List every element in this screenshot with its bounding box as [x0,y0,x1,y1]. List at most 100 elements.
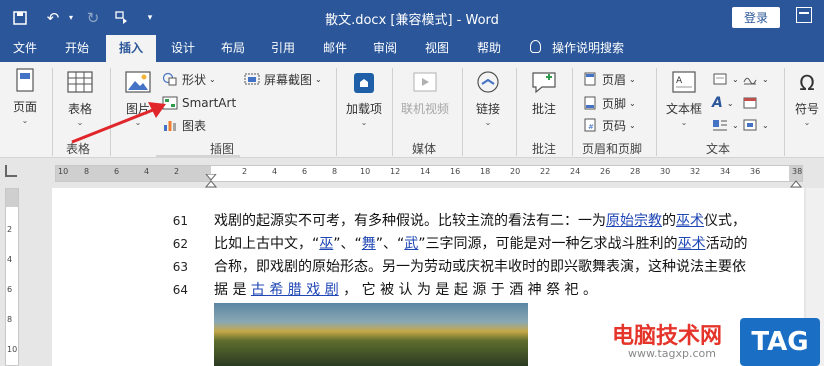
chevron-down-icon: ⌄ [629,74,636,84]
right-indent-marker[interactable] [790,174,802,188]
left-margin [56,166,211,181]
smartart-label: SmartArt [182,96,237,110]
login-button[interactable]: 登录 [732,7,780,28]
ruler-tick: 22 [540,167,551,176]
text-run: 的 [662,213,676,229]
vertical-ruler[interactable]: 2 4 6 8 10 [5,188,19,366]
text-run: 仪式， [704,213,746,229]
chevron-down-icon: ⌄ [762,120,769,130]
tag-logo: TAG [740,318,820,366]
text-line[interactable]: 戏剧的起源实不可考，有多种假说。比较主流的看法有二：一为原始宗教的巫术仪式， [214,210,798,233]
ruler-tick: 12 [390,167,401,176]
text-line[interactable]: 合称，即戏剧的原始形态。另一为劳动或庆祝丰收时的即兴歌舞表演，这种说法主要依 [214,256,798,279]
ruler-row: 10 8 6 4 2 2 4 6 8 10 12 14 16 18 20 22 … [0,158,824,188]
landscape-photo[interactable] [214,303,528,366]
hyperlink[interactable]: 巫 [319,236,333,252]
ruler-tick: 26 [600,167,611,176]
hyperlink[interactable]: 原始宗教 [606,213,662,229]
ruler-tick: 8 [84,167,90,176]
ruler-tick: 8 [7,315,13,324]
ruler-tick: 14 [420,167,431,176]
horizontal-ruler[interactable]: 10 8 6 4 2 2 4 6 8 10 12 14 16 18 20 22 … [55,165,803,182]
line-number: 61 [172,214,188,228]
text-run: 活动的 [705,236,748,252]
hyperlink[interactable]: 古 希 腊 戏 剧 [251,282,339,298]
ruler-tick: 6 [302,167,308,176]
hyperlink[interactable]: 武 [404,236,418,252]
text-run: ”、“ [333,236,362,252]
quick-parts-button[interactable]: ⌄ [712,70,739,88]
hyperlink[interactable]: 巫术 [676,213,704,229]
pages-button[interactable]: 页面 ⌄ [6,68,44,125]
textbox-icon: A [672,71,696,93]
tab-references[interactable]: 引用 [262,35,304,62]
header-icon [584,72,596,86]
hyperlink[interactable]: 舞 [362,236,376,252]
ribbon-display-options-icon[interactable] [796,7,812,23]
tell-me-search[interactable]: 操作说明搜索 [552,35,636,62]
drop-cap-button[interactable]: ⌄ [712,116,739,134]
chevron-down-icon: ⌄ [315,74,322,84]
text-line[interactable]: 比如上古中文，“巫”、“舞”、“武”三字同源，可能是对一种乞求战斗胜利的巫术活动… [214,233,798,256]
line-number: 64 [172,283,188,297]
tab-file[interactable]: 文件 [4,35,46,62]
shapes-button[interactable]: 形状 ⌄ [162,70,216,88]
tab-layout[interactable]: 布局 [212,35,254,62]
comment-button[interactable]: 批注 [524,70,564,117]
chevron-down-icon: ⌄ [803,118,811,127]
ruler-tick: 4 [144,167,150,176]
header-button[interactable]: 页眉 ⌄ [582,70,636,88]
text-run: ”、“ [375,236,405,252]
ruler-tick: 10 [360,167,371,176]
tab-insert[interactable]: 插入 [106,35,156,62]
chevron-down-icon: ⌄ [484,118,492,127]
ruler-tick: 28 [630,167,641,176]
comment-icon [532,72,556,94]
screenshot-button[interactable]: 屏幕截图 ⌄ [244,70,322,88]
tab-mailings[interactable]: 邮件 [314,35,356,62]
tab-selector[interactable] [5,165,17,177]
date-time-icon [743,97,757,109]
indent-marker[interactable] [205,174,217,188]
ruler-tick: 4 [7,255,13,264]
addins-button[interactable]: 加载项 ⌄ [344,70,384,127]
omega-icon: Ω [799,71,815,95]
svg-text:A: A [676,76,683,86]
video-icon [413,72,437,92]
ruler-tick: 16 [450,167,461,176]
chevron-down-icon: ⌄ [726,98,734,108]
link-label: 链接 [475,102,500,116]
chevron-down-icon: ⌄ [732,74,739,84]
annotation-arrow [71,102,166,144]
separator [462,68,463,156]
hyperlink[interactable]: 巫术 [678,236,706,252]
chevron-down-icon: ⌄ [680,118,688,127]
lightbulb-icon [530,40,541,53]
tab-design[interactable]: 设计 [162,35,204,62]
ruler-tick: 24 [570,167,581,176]
object-icon [743,119,757,131]
text-run: 比如上古中文，“ [214,236,320,252]
textbox-button[interactable]: A 文本框 ⌄ [662,70,706,127]
online-video-button[interactable]: 联机视频 [398,70,452,117]
link-icon [477,71,499,93]
tab-review[interactable]: 审阅 [364,35,406,62]
chevron-down-icon: ⌄ [209,74,216,84]
date-time-button[interactable] [742,94,762,112]
signature-line-button[interactable]: ⌄ [742,70,769,88]
title-bar: ↶ ▾ ↻ ▾ 散文.docx [兼容模式] - Word 登录 [0,0,824,35]
wordart-button[interactable]: A ⌄ [712,94,734,112]
text-line[interactable]: 据 是 古 希 腊 戏 剧 ， 它 被 认 为 是 起 源 于 酒 神 祭 祀 … [214,279,798,302]
tab-help[interactable]: 帮助 [468,35,510,62]
object-button[interactable]: ⌄ [742,116,769,134]
watermark-url: www.tagxp.com [628,347,716,360]
separator [572,68,573,156]
ruler-tick: 2 [7,225,13,234]
separator [516,68,517,156]
symbol-button[interactable]: Ω 符号 ⌄ [790,70,824,127]
tab-view[interactable]: 视图 [416,35,458,62]
page-number-button[interactable]: # 页码 ⌄ [582,116,636,134]
link-button[interactable]: 链接 ⌄ [468,70,508,127]
footer-button[interactable]: 页脚 ⌄ [582,94,636,112]
tab-home[interactable]: 开始 [56,35,98,62]
